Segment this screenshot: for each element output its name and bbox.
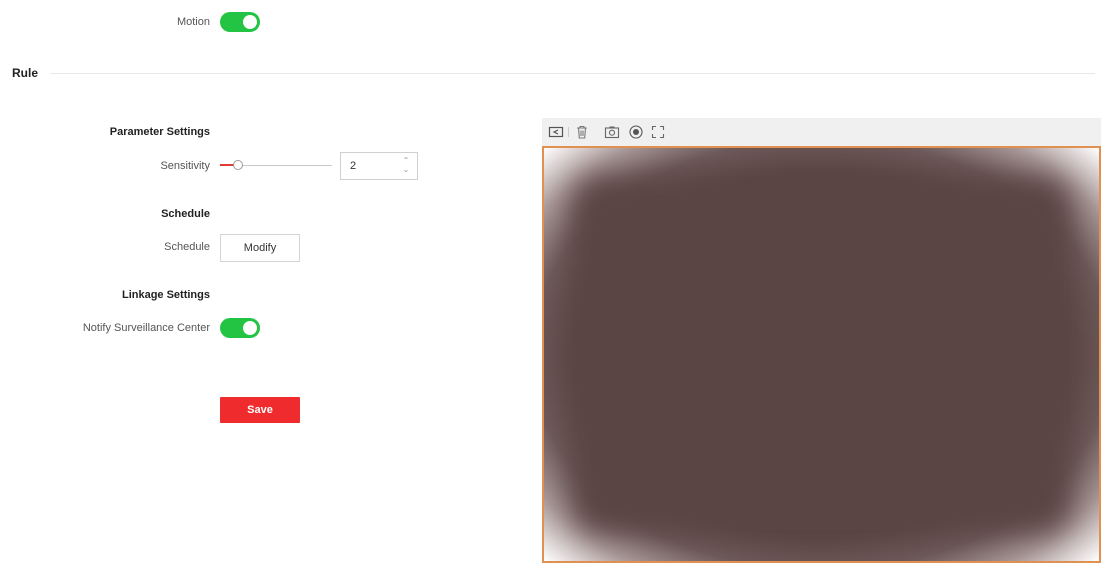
toggle-knob [243,15,257,29]
linkage-settings-title: Linkage Settings [121,289,210,301]
draw-area-icon[interactable] [548,124,564,140]
parameter-settings-title: Parameter Settings [109,126,210,138]
sensitivity-input[interactable]: 2 ⌃ ⌄ [340,152,418,180]
notify-surveillance-label: Notify Surveillance Center [82,322,210,334]
sensitivity-label: Sensitivity [160,160,210,172]
spin-buttons[interactable]: ⌃ ⌄ [401,156,411,176]
slider-fill [220,164,234,166]
record-icon[interactable] [628,124,644,140]
capture-icon[interactable] [604,124,620,140]
sensitivity-slider[interactable] [220,158,332,172]
notify-surveillance-toggle[interactable] [220,318,260,338]
fullscreen-icon[interactable] [650,124,666,140]
toolbar-divider [568,127,569,137]
motion-toggle[interactable] [220,12,260,32]
chevron-up-icon[interactable]: ⌃ [401,156,411,165]
rule-title: Rule [12,66,39,80]
modify-button[interactable]: Modify [220,234,300,262]
video-image-core [572,176,1071,533]
page: Motion Rule Parameter Settings Sensitivi… [0,0,1108,563]
video-preview[interactable] [542,146,1101,563]
motion-label: Motion [176,16,210,28]
chevron-down-icon[interactable]: ⌄ [401,165,411,174]
slider-thumb[interactable] [233,160,243,170]
rule-divider [50,73,1095,74]
delete-icon[interactable] [574,124,590,140]
schedule-title: Schedule [161,208,210,220]
sensitivity-value: 2 [350,160,357,172]
video-toolbar [542,118,1101,146]
toggle-knob [243,321,257,335]
schedule-label: Schedule [164,241,210,253]
save-button[interactable]: Save [220,397,300,423]
